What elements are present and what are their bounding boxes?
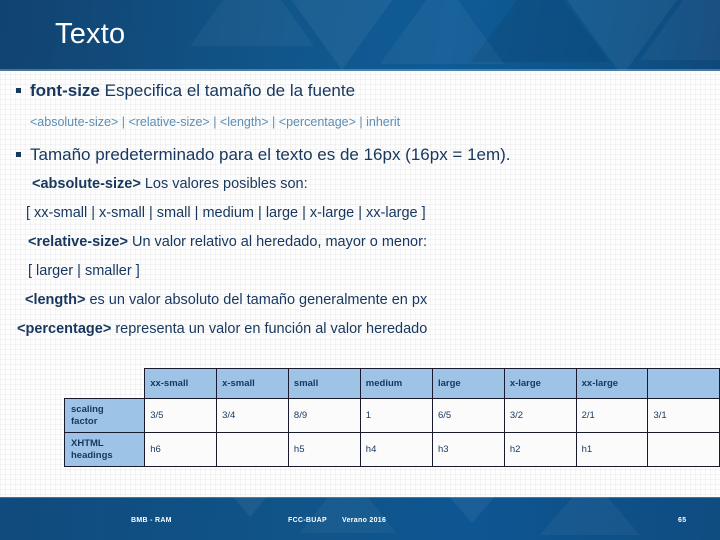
syntax-values-line: <absolute-size> | <relative-size> | <len…	[30, 115, 401, 129]
table-header-xx-small: xx-small	[144, 368, 218, 399]
footer-triangle-4	[540, 497, 640, 535]
row-header-xhtml-headings: XHTML headings	[63, 432, 146, 467]
table-cell: 8/9	[287, 398, 361, 433]
table-cell: h6	[144, 432, 218, 467]
absolute-size-heading: <absolute-size> Los valores posibles son…	[32, 176, 308, 192]
font-size-table: xx-small x-small small medium large x-la…	[63, 368, 720, 467]
table-header-extra	[647, 368, 720, 399]
absolute-size-values: [ xx-small | x-small | small | medium | …	[26, 205, 426, 221]
table-cell: h5	[287, 432, 361, 467]
bullet-square-icon	[16, 151, 21, 157]
header-triangle-5	[640, 0, 720, 60]
line3-text: Tamaño predeterminado para el texto es d…	[30, 145, 511, 164]
header-shade	[0, 0, 300, 71]
table-row-xhtml-headings: XHTML headings h6 h5 h4 h3 h2 h1	[63, 432, 720, 467]
table-cell: 3/4	[216, 398, 289, 433]
table-corner-cell	[65, 369, 145, 399]
line1-text: Especifica el tamaño de la fuente	[99, 81, 356, 100]
line1-keyword: font-size	[30, 81, 100, 100]
table-cell: 3/5	[144, 398, 218, 433]
footer-triangle-3	[420, 497, 524, 523]
footer-author: BMB - RAM	[131, 517, 172, 524]
table-header-x-large: x-large	[503, 368, 577, 399]
table-cell: 3/1	[647, 398, 720, 433]
relative-size-values: [ larger | smaller ]	[28, 263, 140, 279]
table-header-xx-large: xx-large	[575, 368, 649, 399]
row-header-scaling-factor: scaling factor	[63, 398, 146, 433]
line8-text: es un valor absoluto del tamaño generalm…	[85, 292, 428, 308]
table-header-row: xx-small x-small small medium large x-la…	[65, 368, 720, 399]
line4-text: Los valores posibles son:	[140, 176, 308, 192]
table-header-x-small: x-small	[216, 368, 289, 399]
row-header-scaling-factor-line1: scaling	[71, 403, 104, 415]
bullet-square-icon	[16, 87, 21, 93]
line9-text: representa un valor en función al valor …	[111, 321, 428, 337]
table-cell: 3/2	[503, 398, 577, 433]
percentage-heading: <percentage> representa un valor en func…	[17, 321, 427, 337]
table-cell: 6/5	[432, 398, 505, 433]
table-cell: h1	[575, 432, 649, 467]
table-cell	[647, 432, 720, 467]
footer-triangle-1	[200, 497, 300, 517]
footer-org: FCC-BUAP	[288, 517, 327, 524]
footer-triangle-2	[300, 497, 396, 533]
bullet-line-default-size: Tamaño predeterminado para el texto es d…	[16, 145, 511, 165]
line6-text: Un valor relativo al heredado, mayor o m…	[127, 234, 427, 250]
table-cell: 2/1	[575, 398, 649, 433]
table-cell: h4	[359, 432, 434, 467]
line4-keyword: <absolute-size>	[32, 176, 141, 192]
row-header-xhtml-headings-line2: headings	[71, 449, 113, 461]
slide: Texto font-size Especifica el tamaño de …	[0, 0, 720, 540]
table-row-scaling-factor: scaling factor 3/5 3/4 8/9 1 6/5 3/2 2/1…	[63, 398, 720, 433]
bullet-line-font-size: font-size Especifica el tamaño de la fue…	[16, 81, 355, 101]
line8-keyword: <length>	[25, 292, 86, 308]
table-cell: h3	[432, 432, 505, 467]
slide-header: Texto	[0, 0, 720, 71]
table-cell: h2	[503, 432, 577, 467]
footer-term: Verano 2016	[342, 517, 387, 524]
page-title: Texto	[55, 18, 126, 50]
table-header-large: large	[432, 368, 505, 399]
table-cell: 1	[359, 398, 434, 433]
row-header-scaling-factor-line2: factor	[71, 415, 98, 427]
row-header-xhtml-headings-line1: XHTML	[71, 437, 104, 449]
table-cell	[216, 432, 289, 467]
footer-page-number: 65	[678, 517, 687, 524]
relative-size-heading: <relative-size> Un valor relativo al her…	[28, 234, 427, 250]
length-heading: <length> es un valor absoluto del tamaño…	[25, 292, 427, 308]
line6-keyword: <relative-size>	[28, 234, 128, 250]
line9-keyword: <percentage>	[17, 321, 112, 337]
table-header-small: small	[287, 368, 361, 399]
table-header-medium: medium	[359, 368, 434, 399]
